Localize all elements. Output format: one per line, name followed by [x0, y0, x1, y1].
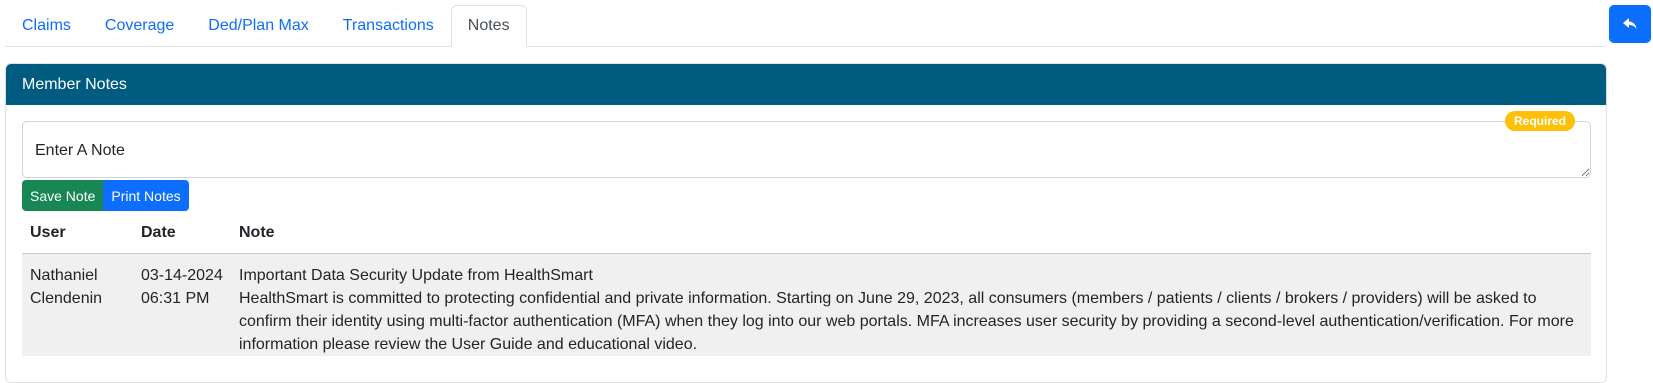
- note-user-first: Nathaniel: [30, 266, 98, 284]
- note-button-group: Save Note Print Notes: [22, 180, 189, 211]
- note-input-wrapper: Required: [22, 111, 1591, 178]
- member-notes-card: Member Notes Required Save Note Print No…: [5, 63, 1607, 383]
- required-badge: Required: [1504, 111, 1575, 131]
- tab-coverage[interactable]: Coverage: [88, 5, 191, 47]
- print-notes-button[interactable]: Print Notes: [103, 180, 189, 211]
- column-header-note: Note: [231, 213, 1591, 254]
- notes-table: User Date Note Nathaniel Clendenin 03-14…: [22, 213, 1591, 356]
- back-button[interactable]: [1609, 5, 1651, 43]
- tab-transactions[interactable]: Transactions: [326, 5, 451, 47]
- tab-ded-plan-max[interactable]: Ded/Plan Max: [191, 5, 326, 47]
- note-date-value: 03-14-2024: [141, 266, 223, 284]
- note-date: 03-14-2024 06:31 PM: [133, 253, 231, 356]
- table-header-row: User Date Note: [22, 213, 1591, 254]
- tab-notes[interactable]: Notes: [450, 5, 527, 47]
- save-note-button[interactable]: Save Note: [22, 180, 104, 211]
- tab-claims[interactable]: Claims: [5, 5, 88, 47]
- note-user-last: Clendenin: [30, 289, 103, 307]
- note-time-value: 06:31 PM: [141, 289, 210, 307]
- column-header-date: Date: [133, 213, 231, 254]
- tab-bar: Claims Coverage Ded/Plan Max Transaction…: [5, 5, 1605, 47]
- reply-arrow-icon: [1623, 18, 1637, 29]
- column-header-user: User: [22, 213, 133, 254]
- note-text: Important Data Security Update from Heal…: [231, 253, 1591, 356]
- note-title: Important Data Security Update from Heal…: [239, 266, 593, 284]
- card-title: Member Notes: [6, 64, 1606, 105]
- note-input[interactable]: [22, 121, 1591, 178]
- note-body: HealthSmart is committed to protecting c…: [239, 289, 1574, 353]
- table-row: Nathaniel Clendenin 03-14-2024 06:31 PM …: [22, 253, 1591, 356]
- note-user: Nathaniel Clendenin: [22, 253, 133, 356]
